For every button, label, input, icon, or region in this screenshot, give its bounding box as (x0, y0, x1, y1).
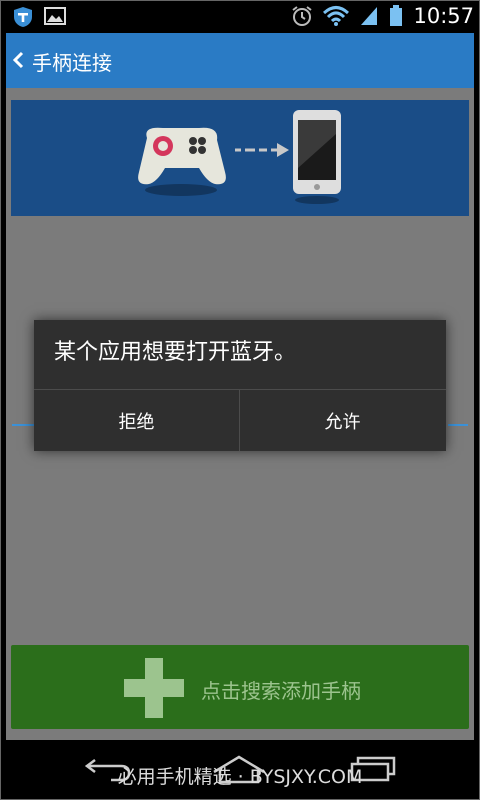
wifi-icon (323, 6, 350, 26)
dialog-message: 某个应用想要打开蓝牙。 (54, 340, 297, 365)
add-gamepad-label: 点击搜索添加手柄 (201, 679, 361, 703)
allow-button[interactable]: 允许 (240, 390, 445, 451)
gallery-icon (44, 7, 66, 25)
app-bar: 手柄连接 (6, 33, 474, 88)
status-time: 10:57 (413, 4, 474, 28)
add-gamepad-button[interactable]: 点击搜索添加手柄 (11, 645, 469, 729)
divider-line (448, 424, 468, 426)
connection-banner (11, 100, 469, 216)
bluetooth-permission-dialog: 某个应用想要打开蓝牙。 拒绝 允许 (34, 320, 446, 451)
app-t-icon (14, 7, 32, 27)
gamepad-icon (138, 127, 226, 196)
phone-icon (293, 110, 341, 204)
watermark-text: 必用手机精选 · BYSJXY.COM (117, 766, 363, 788)
deny-button[interactable]: 拒绝 (34, 390, 239, 451)
screen: 10:57 手柄连接 点击搜索添加手柄 某个应用想要打开蓝牙。 拒绝 允许 必用… (0, 0, 480, 800)
battery-icon (390, 5, 403, 26)
plus-icon (124, 658, 184, 718)
alarm-icon (292, 6, 313, 26)
page-title[interactable]: 手柄连接 (32, 47, 112, 76)
back-chevron-icon[interactable] (10, 51, 28, 69)
signal-icon (361, 7, 378, 25)
divider-line (12, 424, 34, 426)
arrow-right-icon (235, 143, 289, 157)
status-bar: 10:57 (0, 0, 480, 33)
